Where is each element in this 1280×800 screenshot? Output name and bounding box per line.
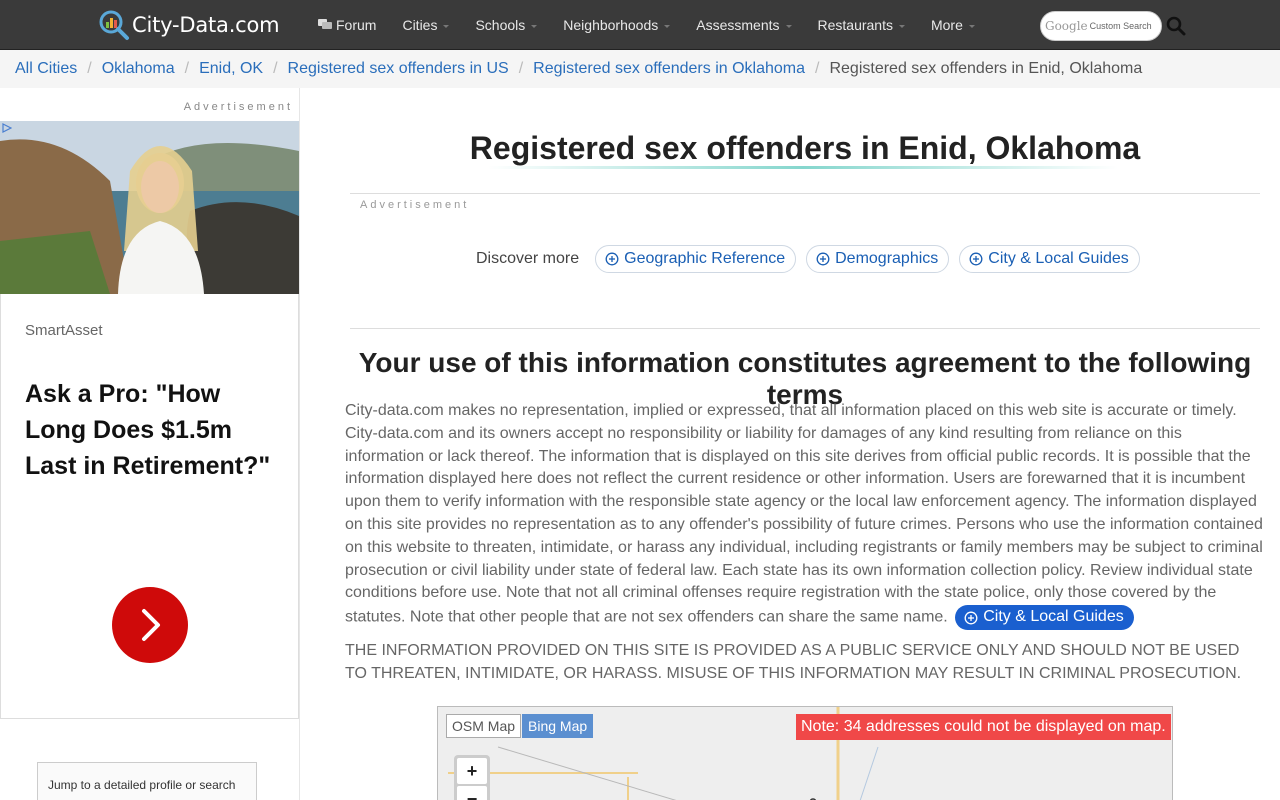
chip-label: Geographic Reference [624, 250, 786, 267]
tab-bing-map[interactable]: Bing Map [522, 714, 594, 738]
breadcrumb-separator: / [87, 60, 92, 77]
discover-more-label: Discover more [476, 250, 580, 267]
caret-down-icon [531, 24, 538, 28]
chip-label: Demographics [835, 250, 939, 267]
search-icon[interactable] [1166, 16, 1186, 36]
caret-down-icon [785, 24, 792, 28]
plus-circle-icon [605, 252, 619, 266]
breadcrumb-oklahoma[interactable]: Oklahoma [102, 60, 175, 78]
search-placeholder: Custom Search [1089, 21, 1152, 31]
logo-magnifier-icon [99, 10, 129, 40]
chip-city-local-guides[interactable]: City & Local Guides [959, 245, 1140, 273]
chip-label: City & Local Guides [988, 250, 1129, 267]
breadcrumb-enid[interactable]: Enid, OK [199, 60, 263, 78]
breadcrumb-separator: / [815, 60, 820, 77]
zoom-control: + − [454, 755, 490, 800]
jump-box-text: Jump to a detailed profile or search [48, 778, 236, 792]
ad-image[interactable] [0, 121, 299, 294]
ad-label: Advertisement [360, 199, 470, 211]
nav-label: Neighborhoods [563, 17, 659, 33]
nav-label: Schools [475, 17, 526, 33]
ad-sponsor: SmartAsset [25, 322, 103, 339]
chip-demographics[interactable]: Demographics [806, 245, 950, 273]
nav-forum[interactable]: Forum [318, 17, 376, 33]
inline-chip-city-local-guides[interactable]: City & Local Guides [955, 605, 1134, 631]
nav-restaurants[interactable]: Restaurants [818, 17, 905, 33]
title-underline [488, 166, 1118, 169]
adchoices-icon[interactable] [2, 123, 12, 133]
chip-label: City & Local Guides [983, 608, 1124, 626]
ad-label: Advertisement [183, 101, 293, 113]
nav-neighborhoods[interactable]: Neighborhoods [563, 17, 671, 33]
terms-text: City-data.com makes no representation, i… [345, 402, 1263, 626]
top-nav: City-Data.com Forum Cities Schools Neigh… [0, 0, 1280, 50]
chip-geographic-reference[interactable]: Geographic Reference [595, 245, 797, 273]
nav-more[interactable]: More [931, 17, 975, 33]
zoom-in-button[interactable]: + [457, 758, 487, 784]
forum-icon [318, 19, 332, 29]
nav-label: Restaurants [817, 17, 893, 33]
search-brand: Google [1045, 19, 1088, 33]
left-ad-column: Advertisement SmartAsset Ask a Pro: "How… [0, 88, 300, 800]
map-note: Note: 34 addresses could not be displaye… [796, 714, 1171, 740]
ad-cta-button[interactable] [112, 587, 188, 663]
main-menu: Forum Cities Schools Neighborhoods Asses… [318, 0, 1001, 50]
tab-osm-map[interactable]: OSM Map [446, 714, 522, 738]
plus-circle-icon [969, 252, 983, 266]
offenders-map[interactable]: OSM Map Bing Map Note: 34 addresses coul… [437, 706, 1173, 800]
search-input[interactable]: Google Custom Search [1040, 11, 1162, 41]
nav-assessments[interactable]: Assessments [696, 17, 792, 33]
breadcrumb: All Cities / Oklahoma / Enid, OK / Regis… [0, 50, 1280, 88]
breadcrumb-separator: / [518, 60, 524, 77]
nav-label: Assessments [696, 17, 780, 33]
site-logo[interactable]: City-Data.com [98, 9, 280, 41]
page-title: Registered sex offenders in Enid, Oklaho… [469, 130, 1141, 166]
nav-cities[interactable]: Cities [402, 17, 450, 33]
nav-label: Cities [402, 17, 438, 33]
caret-down-icon [664, 24, 671, 28]
caret-down-icon [443, 24, 450, 28]
breadcrumb-current: Registered sex offenders in Enid, Oklaho… [829, 60, 1143, 77]
site-name: City-Data.com [132, 13, 280, 37]
breadcrumb-offenders-oklahoma[interactable]: Registered sex offenders in Oklahoma [533, 60, 805, 78]
nav-schools[interactable]: Schools [475, 17, 538, 33]
ad-photo [0, 121, 299, 294]
plus-circle-icon [964, 611, 978, 625]
plus-circle-icon [816, 252, 830, 266]
breadcrumb-separator: / [273, 60, 278, 77]
nav-label: More [930, 17, 963, 33]
zoom-out-button[interactable]: − [457, 786, 487, 800]
misuse-notice: THE INFORMATION PROVIDED ON THIS SITE IS… [345, 642, 1242, 682]
ad-headline[interactable]: Ask a Pro: "How Long Does $1.5m Last in … [25, 376, 275, 484]
caret-down-icon [898, 24, 905, 28]
terms-paragraph: City-data.com makes no representation, i… [345, 400, 1265, 631]
chevron-right-icon [142, 609, 160, 641]
discover-more-bar: Discover more Geographic Reference Demog… [476, 245, 1150, 273]
nav-label: Forum [336, 17, 377, 33]
jump-to-profile-box[interactable]: Jump to a detailed profile or search [37, 762, 257, 800]
breadcrumb-separator: / [184, 60, 190, 77]
breadcrumb-all-cities[interactable]: All Cities [15, 60, 77, 78]
divider [350, 328, 1260, 329]
divider [350, 193, 1260, 194]
caret-down-icon [968, 24, 975, 28]
breadcrumb-offenders-us[interactable]: Registered sex offenders in US [288, 60, 509, 78]
